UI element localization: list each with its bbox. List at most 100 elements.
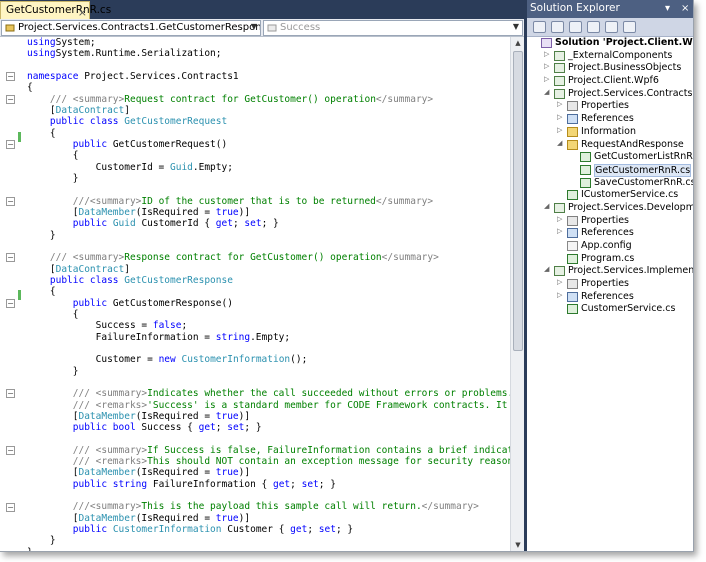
collapse-icon[interactable]: ◢ xyxy=(557,139,565,147)
code-line[interactable]: [DataMember(IsRequired = true)] xyxy=(27,411,510,422)
code-line[interactable] xyxy=(27,490,510,501)
code-line[interactable]: namespace Project.Services.Contracts1 xyxy=(27,71,510,82)
code-line[interactable] xyxy=(27,184,510,195)
tree-node[interactable]: ◢ Project.Services.Implementation1 xyxy=(527,265,693,278)
code-line[interactable]: } xyxy=(27,366,510,377)
code-line[interactable]: usingSystem.Runtime.Serialization; xyxy=(27,48,510,59)
code-line[interactable] xyxy=(27,433,510,444)
code-line[interactable]: [DataMember(IsRequired = true)] xyxy=(27,513,510,524)
refresh-icon[interactable] xyxy=(569,21,582,33)
class-diagram-icon[interactable] xyxy=(623,21,636,33)
tree-node[interactable]: ▷ References xyxy=(527,291,693,304)
collapse-icon[interactable]: − xyxy=(6,445,15,455)
tree-node[interactable]: ▷ Project.BusinessObjects xyxy=(527,62,693,75)
code-line[interactable] xyxy=(27,343,510,354)
code-line[interactable]: { xyxy=(27,128,510,139)
code-line[interactable]: { xyxy=(27,309,510,320)
collapse-icon[interactable]: − xyxy=(6,389,15,399)
tree-node[interactable]: GetCustomerRnR.cs xyxy=(527,163,693,177)
code-line[interactable] xyxy=(27,60,510,71)
code-line[interactable]: CustomerId = Guid.Empty; xyxy=(27,162,510,173)
member-dropdown[interactable]: Success ▼ xyxy=(263,20,523,36)
code-line[interactable]: FailureInformation = string.Empty; xyxy=(27,332,510,343)
code-text-area[interactable]: − − − − − − − − − usingSystem; usingSystem.Runtim… xyxy=(0,37,510,551)
code-line[interactable]: public bool Success { get; set; } xyxy=(27,422,510,433)
pin-icon[interactable]: ▾ xyxy=(665,3,670,14)
close-icon[interactable]: × xyxy=(681,3,689,14)
tab-getcustomerrnr[interactable]: GetCustomerRnR.cs × xyxy=(0,1,111,19)
code-line[interactable]: [DataMember(IsRequired = true)] xyxy=(27,467,510,478)
expand-icon[interactable]: ▷ xyxy=(557,126,565,134)
tree-node[interactable]: ◢ Project.Services.Contracts1 xyxy=(527,88,693,101)
code-content[interactable]: usingSystem; usingSystem.Runtime.Serializ… xyxy=(27,37,510,551)
code-line[interactable]: [DataMember(IsRequired = true)] xyxy=(27,207,510,218)
code-line[interactable]: public string FailureInformation { get ; … xyxy=(27,479,510,490)
scroll-down-icon[interactable]: ▼ xyxy=(512,539,524,551)
code-line[interactable]: public GetCustomerRequest() xyxy=(27,139,510,150)
code-line[interactable]: public class GetCustomerResponse xyxy=(27,275,510,286)
collapse-icon[interactable]: ◢ xyxy=(544,202,552,210)
tree-node[interactable]: ▷ References xyxy=(527,227,693,240)
view-code-icon[interactable] xyxy=(587,21,600,33)
show-all-files-icon[interactable] xyxy=(551,21,564,33)
code-line[interactable]: /// <summary>Request contract for GetCus… xyxy=(27,94,510,105)
expand-icon[interactable]: ▷ xyxy=(557,227,565,235)
expand-icon[interactable]: ▷ xyxy=(557,215,565,223)
expand-icon[interactable]: ▷ xyxy=(557,278,565,286)
collapse-icon[interactable]: − xyxy=(6,253,15,263)
collapse-icon[interactable]: ◢ xyxy=(544,265,552,273)
collapse-icon[interactable]: − xyxy=(6,502,15,512)
expand-icon[interactable]: ▷ xyxy=(544,50,552,58)
code-line[interactable]: public class GetCustomerRequest xyxy=(27,116,510,127)
code-line[interactable]: /// <summary>If Success is false, Failur… xyxy=(27,445,510,456)
expand-icon[interactable]: ▷ xyxy=(557,113,565,121)
collapse-icon[interactable]: − xyxy=(6,139,15,149)
tree-node[interactable]: App.config xyxy=(527,240,693,253)
expand-icon[interactable]: ▷ xyxy=(557,291,565,299)
code-line[interactable]: Customer = new CustomerInformation(); xyxy=(27,354,510,365)
code-line[interactable]: { xyxy=(27,150,510,161)
collapse-icon[interactable]: − xyxy=(6,71,15,81)
tree-node[interactable]: GetCustomerListRnR.cs xyxy=(527,151,693,164)
tree-node[interactable]: ◢ Project.Services.DevelopmentHost1 xyxy=(527,202,693,215)
tree-node[interactable]: ▷ Information xyxy=(527,126,693,139)
tree-node[interactable]: Program.cs xyxy=(527,253,693,266)
view-designer-icon[interactable] xyxy=(605,21,618,33)
code-line[interactable]: } xyxy=(27,173,510,184)
tree-node[interactable]: SaveCustomerRnR.cs xyxy=(527,177,693,190)
code-line[interactable]: } xyxy=(27,230,510,241)
code-line[interactable]: { xyxy=(27,286,510,297)
properties-icon[interactable] xyxy=(533,21,546,33)
code-line[interactable]: } xyxy=(27,535,510,546)
code-line[interactable] xyxy=(27,241,510,252)
code-line[interactable]: [DataContract] xyxy=(27,264,510,275)
tree-node[interactable]: ◢ RequestAndResponse xyxy=(527,139,693,152)
tree-node[interactable]: ▷ Properties xyxy=(527,215,693,228)
code-line[interactable] xyxy=(27,377,510,388)
expand-icon[interactable]: ▷ xyxy=(557,100,565,108)
code-line[interactable]: ///<summary>ID of the customer that is t… xyxy=(27,196,510,207)
tree-node[interactable]: ▷ References xyxy=(527,113,693,126)
type-dropdown[interactable]: Project.Services.Contracts1.GetCustomerR… xyxy=(1,20,261,36)
collapse-icon[interactable]: − xyxy=(6,94,15,104)
code-line[interactable]: } xyxy=(27,547,510,551)
collapse-icon[interactable]: ◢ xyxy=(544,88,552,96)
code-line[interactable]: public CustomerInformation Customer { ge… xyxy=(27,524,510,535)
collapse-icon[interactable]: − xyxy=(6,196,15,206)
code-line[interactable]: ///<summary>This is the payload this sam… xyxy=(27,501,510,512)
code-line[interactable]: usingSystem; xyxy=(27,37,510,48)
code-line[interactable]: [DataContract] xyxy=(27,105,510,116)
tree-node[interactable]: ▷ Properties xyxy=(527,100,693,113)
tree-node[interactable]: CustomerService.cs xyxy=(527,303,693,316)
code-line[interactable]: /// <remarks>'Success' is a standard mem… xyxy=(27,400,510,411)
tree-node[interactable]: Solution 'Project.Client.Wpf6' (6 proj xyxy=(527,37,693,50)
code-line[interactable]: /// <summary>Indicates whether the call … xyxy=(27,388,510,399)
code-line[interactable]: public GetCustomerResponse() xyxy=(27,298,510,309)
code-line[interactable]: public Guid CustomerId { get; set; } xyxy=(27,218,510,229)
code-line[interactable]: /// <remarks>This should NOT contain an … xyxy=(27,456,510,467)
collapse-icon[interactable]: − xyxy=(6,298,15,308)
tree-node[interactable]: ▷ _ExternalComponents xyxy=(527,50,693,63)
vertical-scrollbar[interactable]: ▲ ▼ xyxy=(510,37,524,551)
tree-node[interactable]: ▷ Properties xyxy=(527,278,693,291)
code-line[interactable]: Success = false; xyxy=(27,320,510,331)
